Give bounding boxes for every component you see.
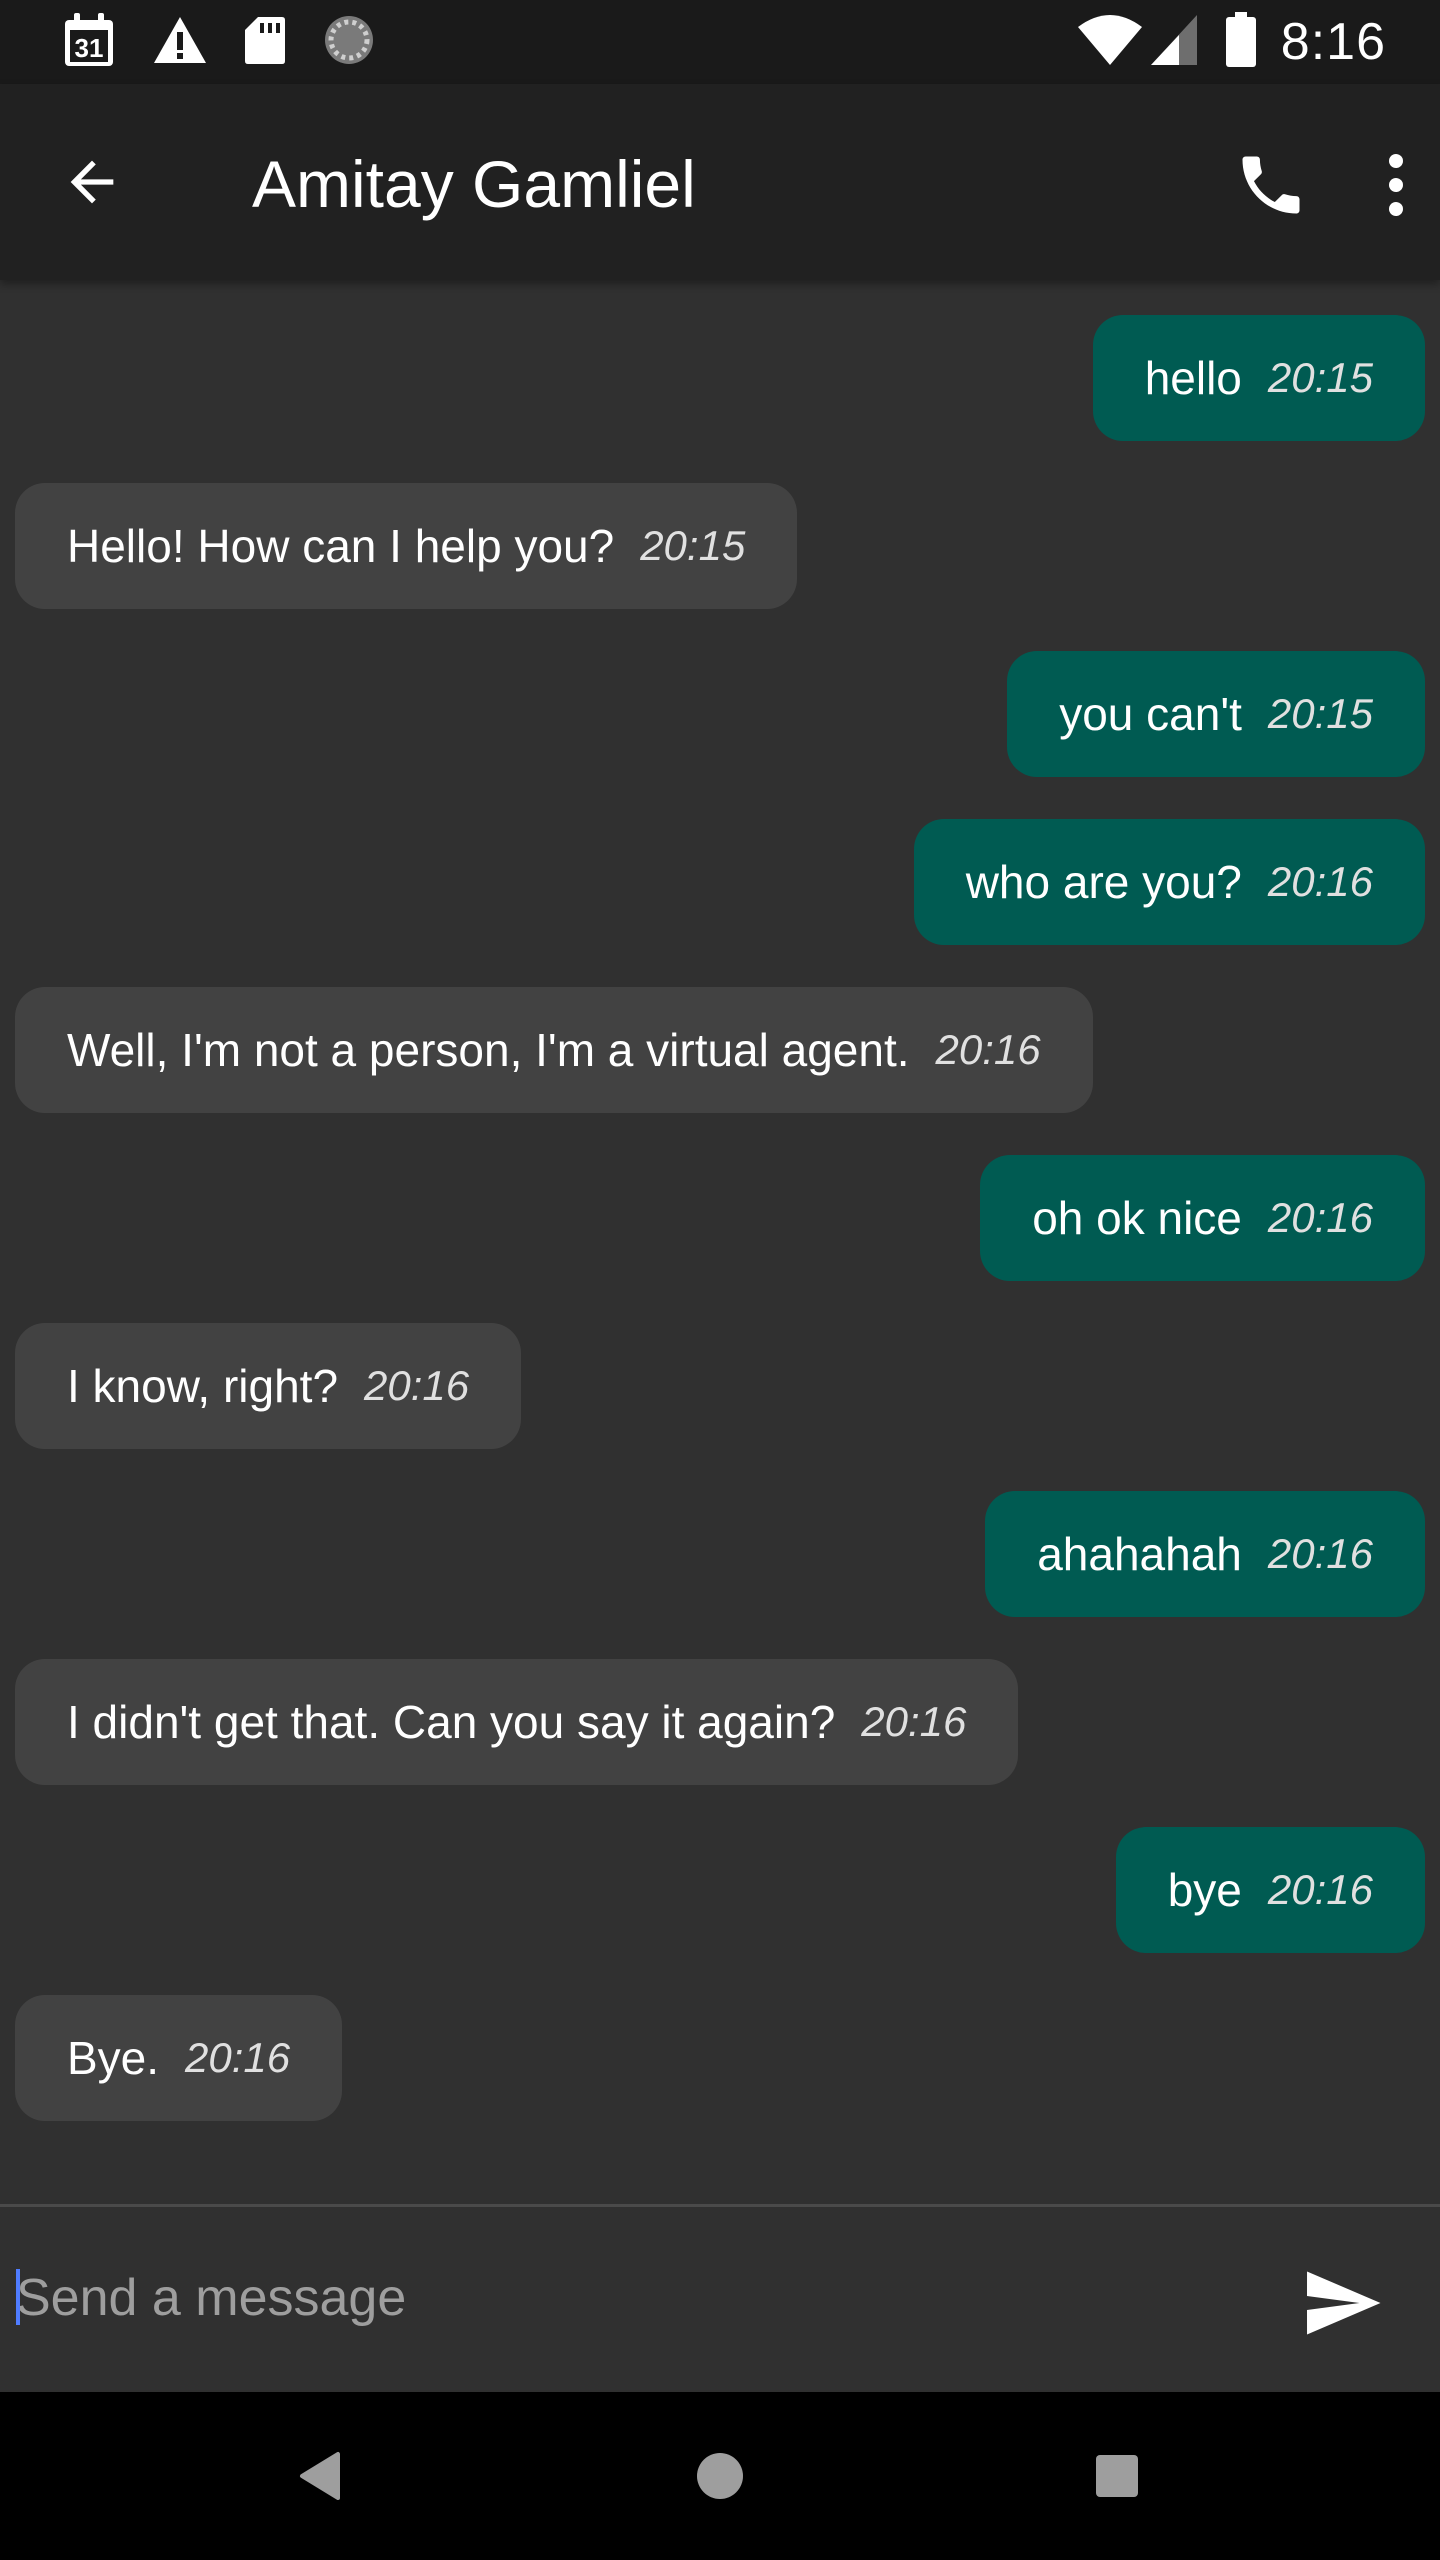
message-input[interactable] xyxy=(16,2243,1236,2353)
message-time: 20:16 xyxy=(1267,858,1373,905)
nav-home-button[interactable] xyxy=(680,2436,760,2516)
system-nav-bar xyxy=(0,2392,1440,2560)
message-bubble-received: Hello! How can I help you? 20:15 xyxy=(15,483,798,609)
status-icons-left: 31 xyxy=(62,12,412,73)
call-button[interactable] xyxy=(1226,140,1316,230)
nav-recents-button[interactable] xyxy=(1077,2436,1157,2516)
message-bubble-sent: bye 20:16 xyxy=(1115,1827,1425,1953)
message-bubble-sent: who are you? 20:16 xyxy=(913,819,1425,945)
message-time: 20:16 xyxy=(861,1698,967,1745)
message-time: 20:15 xyxy=(1267,690,1373,737)
message-bubble-sent: you can't 20:15 xyxy=(1007,651,1425,777)
signal-icon xyxy=(1149,13,1199,72)
sync-icon xyxy=(322,13,376,72)
message-composer xyxy=(0,2207,1440,2392)
message-time: 20:16 xyxy=(1267,1194,1373,1241)
message-bubble-sent: oh ok nice 20:16 xyxy=(980,1155,1425,1281)
more-vert-icon xyxy=(1389,154,1403,216)
calendar-icon: 31 xyxy=(62,12,116,73)
status-icons-right: 8:16 xyxy=(1077,10,1386,74)
phone-icon xyxy=(1242,156,1300,214)
message-text: oh ok nice xyxy=(1032,1192,1242,1244)
app-bar: Amitay Gamliel xyxy=(0,84,1440,280)
battery-icon xyxy=(1225,11,1257,73)
message-text: who are you? xyxy=(965,856,1242,908)
send-button[interactable] xyxy=(1296,2257,1388,2349)
status-time: 8:16 xyxy=(1280,13,1386,71)
message-text: bye xyxy=(1167,1864,1242,1916)
message-text: I didn't get that. Can you say it again? xyxy=(67,1696,836,1748)
message-bubble-received: Well, I'm not a person, I'm a virtual ag… xyxy=(15,987,1093,1113)
more-options-button[interactable] xyxy=(1366,140,1426,230)
back-triangle-icon xyxy=(300,2452,340,2500)
contact-name-title: Amitay Gamliel xyxy=(252,147,696,221)
back-button[interactable] xyxy=(50,140,134,224)
message-time: 20:16 xyxy=(185,2034,291,2081)
message-bubble-sent: hello 20:15 xyxy=(1092,315,1425,441)
message-text: Well, I'm not a person, I'm a virtual ag… xyxy=(67,1024,910,1076)
message-text: Bye. xyxy=(67,2032,160,2084)
message-time: 20:16 xyxy=(1267,1530,1373,1577)
message-time: 20:16 xyxy=(935,1026,1041,1073)
wifi-icon xyxy=(1077,13,1143,72)
text-cursor xyxy=(16,2269,20,2325)
calendar-day: 31 xyxy=(75,33,104,63)
message-list[interactable]: hello 20:15 Hello! How can I help you? 2… xyxy=(0,280,1440,2204)
message-bubble-received: I know, right? 20:16 xyxy=(15,1323,522,1449)
status-bar: 31 8:16 xyxy=(0,0,1440,84)
home-circle-icon xyxy=(697,2453,743,2499)
sd-card-icon xyxy=(244,15,286,70)
nav-back-button[interactable] xyxy=(280,2436,360,2516)
message-bubble-sent: ahahahah 20:16 xyxy=(985,1491,1425,1617)
warning-icon xyxy=(152,15,208,70)
message-text: I know, right? xyxy=(67,1360,339,1412)
message-text: you can't xyxy=(1059,688,1242,740)
send-icon xyxy=(1307,2271,1381,2335)
message-time: 20:16 xyxy=(364,1362,470,1409)
message-text: hello xyxy=(1144,352,1242,404)
message-text: Hello! How can I help you? xyxy=(67,520,615,572)
message-text: ahahahah xyxy=(1037,1528,1242,1580)
arrow-back-icon xyxy=(70,160,114,204)
message-bubble-received: I didn't get that. Can you say it again?… xyxy=(15,1659,1019,1785)
message-time: 20:15 xyxy=(1267,354,1373,401)
message-bubble-received: Bye. 20:16 xyxy=(15,1995,343,2121)
message-time: 20:16 xyxy=(1267,1866,1373,1913)
recents-square-icon xyxy=(1096,2455,1138,2497)
message-time: 20:15 xyxy=(640,522,746,569)
